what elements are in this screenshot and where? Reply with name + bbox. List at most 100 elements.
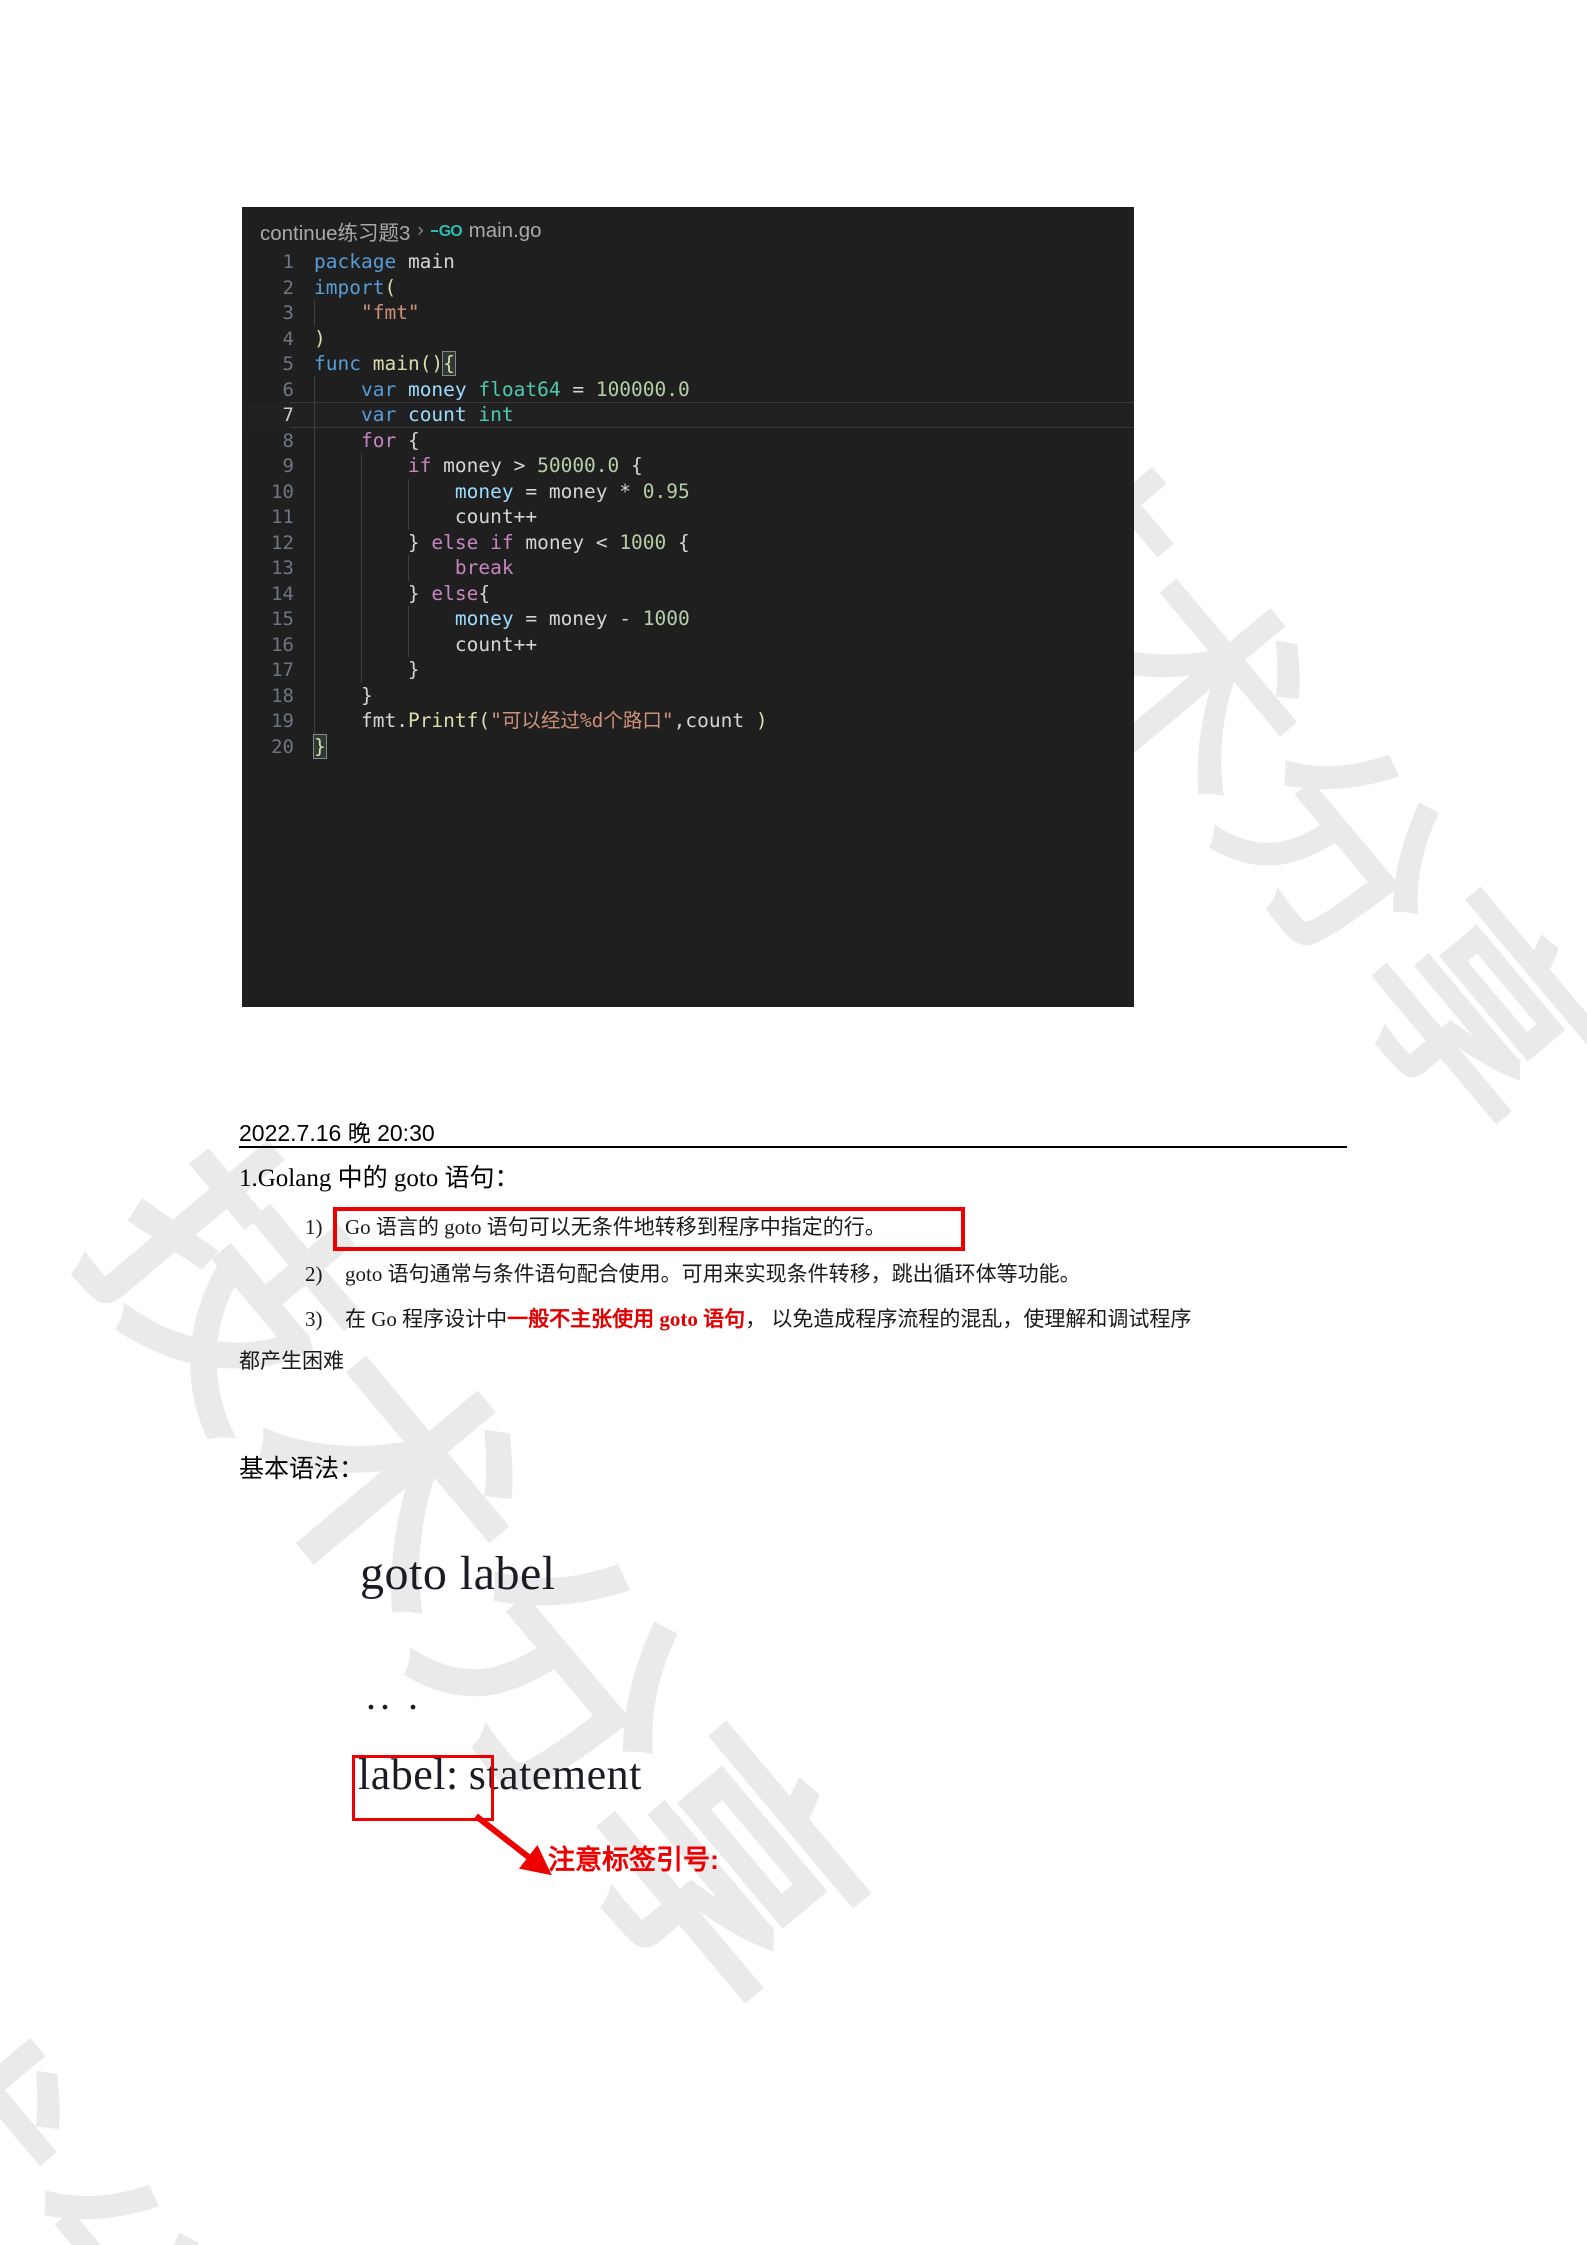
code-line[interactable]: 10 money = money * 0.95 (242, 478, 1134, 504)
code-token: import (314, 275, 385, 299)
code-token: } (407, 530, 420, 554)
code-line[interactable]: 17 } (242, 657, 1134, 683)
code-line[interactable]: 11 count++ (242, 504, 1134, 530)
go-gopher-icon: GO (430, 223, 463, 241)
list-item: 2) goto 语句通常与条件语句配合使用。可用来实现条件转移，跳出循环体等功能… (305, 1258, 1081, 1288)
code-token: 100000.0 (595, 377, 690, 401)
code-text: } (314, 684, 373, 707)
line-number: 19 (271, 710, 294, 732)
code-token: package (314, 250, 397, 273)
code-token: count (407, 403, 467, 426)
figure-statement-part: statement (468, 1750, 642, 1799)
list-item-continuation: 都产生困难 (239, 1349, 344, 1373)
code-token: () (419, 352, 444, 375)
list-item-text-emphasis: 一般不主张使用 goto 语句 (507, 1307, 746, 1331)
code-token: main (372, 352, 420, 375)
list-marker: 2) (305, 1262, 323, 1286)
code-line[interactable]: 15 money = money - 1000 (242, 606, 1134, 632)
code-line[interactable]: 19 fmt.Printf("可以经过%d个路口",count ) (242, 708, 1134, 734)
code-token: } (360, 683, 373, 707)
list-item: 3) 在 Go 程序设计中一般不主张使用 goto 语句， 以免造成程序流程的混… (305, 1303, 1191, 1333)
code-line[interactable]: 2 import( (242, 275, 1134, 301)
code-text: if money > 50000.0 { (314, 454, 643, 477)
code-token: * (607, 479, 643, 503)
date-line: 2022.7.16 晚 20:30 (239, 1120, 435, 1146)
code-token: break (454, 556, 514, 579)
code-token: { (666, 530, 690, 554)
code-token: ( (478, 709, 491, 732)
code-line[interactable]: 1 package main (242, 249, 1134, 275)
code-line[interactable]: 8 for { (242, 427, 1134, 453)
code-token: = (560, 377, 596, 401)
code-text: fmt.Printf("可以经过%d个路口",count ) (314, 709, 768, 732)
code-line[interactable]: 12 } else if money < 1000 { (242, 529, 1134, 555)
code-line[interactable]: 18 } (242, 682, 1134, 708)
line-number: 18 (271, 684, 294, 707)
code-text: count++ (314, 505, 537, 528)
breadcrumb-folder[interactable]: continue练习题3 (260, 216, 410, 246)
code-token: . (396, 709, 408, 732)
line-number: 16 (271, 633, 294, 656)
code-token: func (314, 352, 361, 375)
line-number: 3 (282, 302, 294, 324)
code-line[interactable]: 6 var money float64 = 100000.0 (242, 376, 1134, 402)
code-line[interactable]: 13 break (242, 555, 1134, 581)
code-token: } (407, 581, 420, 605)
code-line[interactable]: 16 count++ (242, 631, 1134, 657)
annotation-arrow-icon (474, 1813, 552, 1876)
code-line[interactable]: 20} (242, 733, 1134, 760)
horizontal-rule (239, 1146, 1347, 1148)
chevron-right-icon: › (417, 220, 424, 241)
code-line[interactable]: 14 } else{ (242, 580, 1134, 606)
code-token: ) (314, 326, 326, 350)
line-number: 8 (282, 429, 294, 452)
code-token: if (490, 530, 514, 554)
code-token: { (619, 454, 643, 477)
document-page: 技术分享 技术分享 技术分享 continue练习题3 › GO main.go… (0, 0, 1587, 2245)
line-number: 13 (271, 557, 294, 579)
code-token: fmt (360, 709, 397, 732)
line-number: 14 (271, 582, 294, 605)
line-number: 5 (282, 353, 294, 375)
highlight-box-item-1 (333, 1207, 965, 1251)
list-item-text: goto 语句通常与条件语句配合使用。可用来实现条件转移，跳出循环体等功能。 (345, 1262, 1081, 1286)
code-token: { (442, 351, 456, 376)
line-number: 17 (271, 659, 294, 681)
code-token: "可以经过%d个路口" (490, 709, 674, 732)
code-token: { (396, 428, 420, 452)
list-item-text-before: 在 Go 程序设计中 (345, 1307, 508, 1331)
list-marker: 1) (305, 1215, 323, 1239)
code-token: = (513, 607, 549, 630)
code-line[interactable]: 3 "fmt" (242, 300, 1134, 326)
code-token: < (584, 530, 620, 554)
code-line[interactable]: 4) (242, 326, 1134, 352)
code-text: } (313, 733, 327, 759)
line-number: 1 (282, 251, 294, 273)
line-number: 4 (282, 327, 294, 350)
code-line[interactable]: 5 func main(){ (242, 351, 1134, 377)
code-token: } (313, 733, 327, 759)
line-number: 11 (271, 506, 294, 528)
figure-goto-label: goto label (360, 1547, 556, 1600)
code-text: package main (314, 250, 455, 273)
breadcrumb-file[interactable]: main.go (469, 219, 542, 243)
code-token: else (431, 581, 479, 605)
code-line[interactable]: 7 var count int (242, 402, 1134, 428)
code-line[interactable]: 9 if money > 50000.0 { (242, 453, 1134, 479)
code-lines: 1 package main 2 import(3 "fmt" 4) 5 func main… (242, 249, 1134, 759)
line-number: 20 (271, 735, 294, 758)
code-token: - (607, 607, 643, 630)
code-editor-screenshot: continue练习题3 › GO main.go 1 package main 2… (242, 207, 1134, 1007)
